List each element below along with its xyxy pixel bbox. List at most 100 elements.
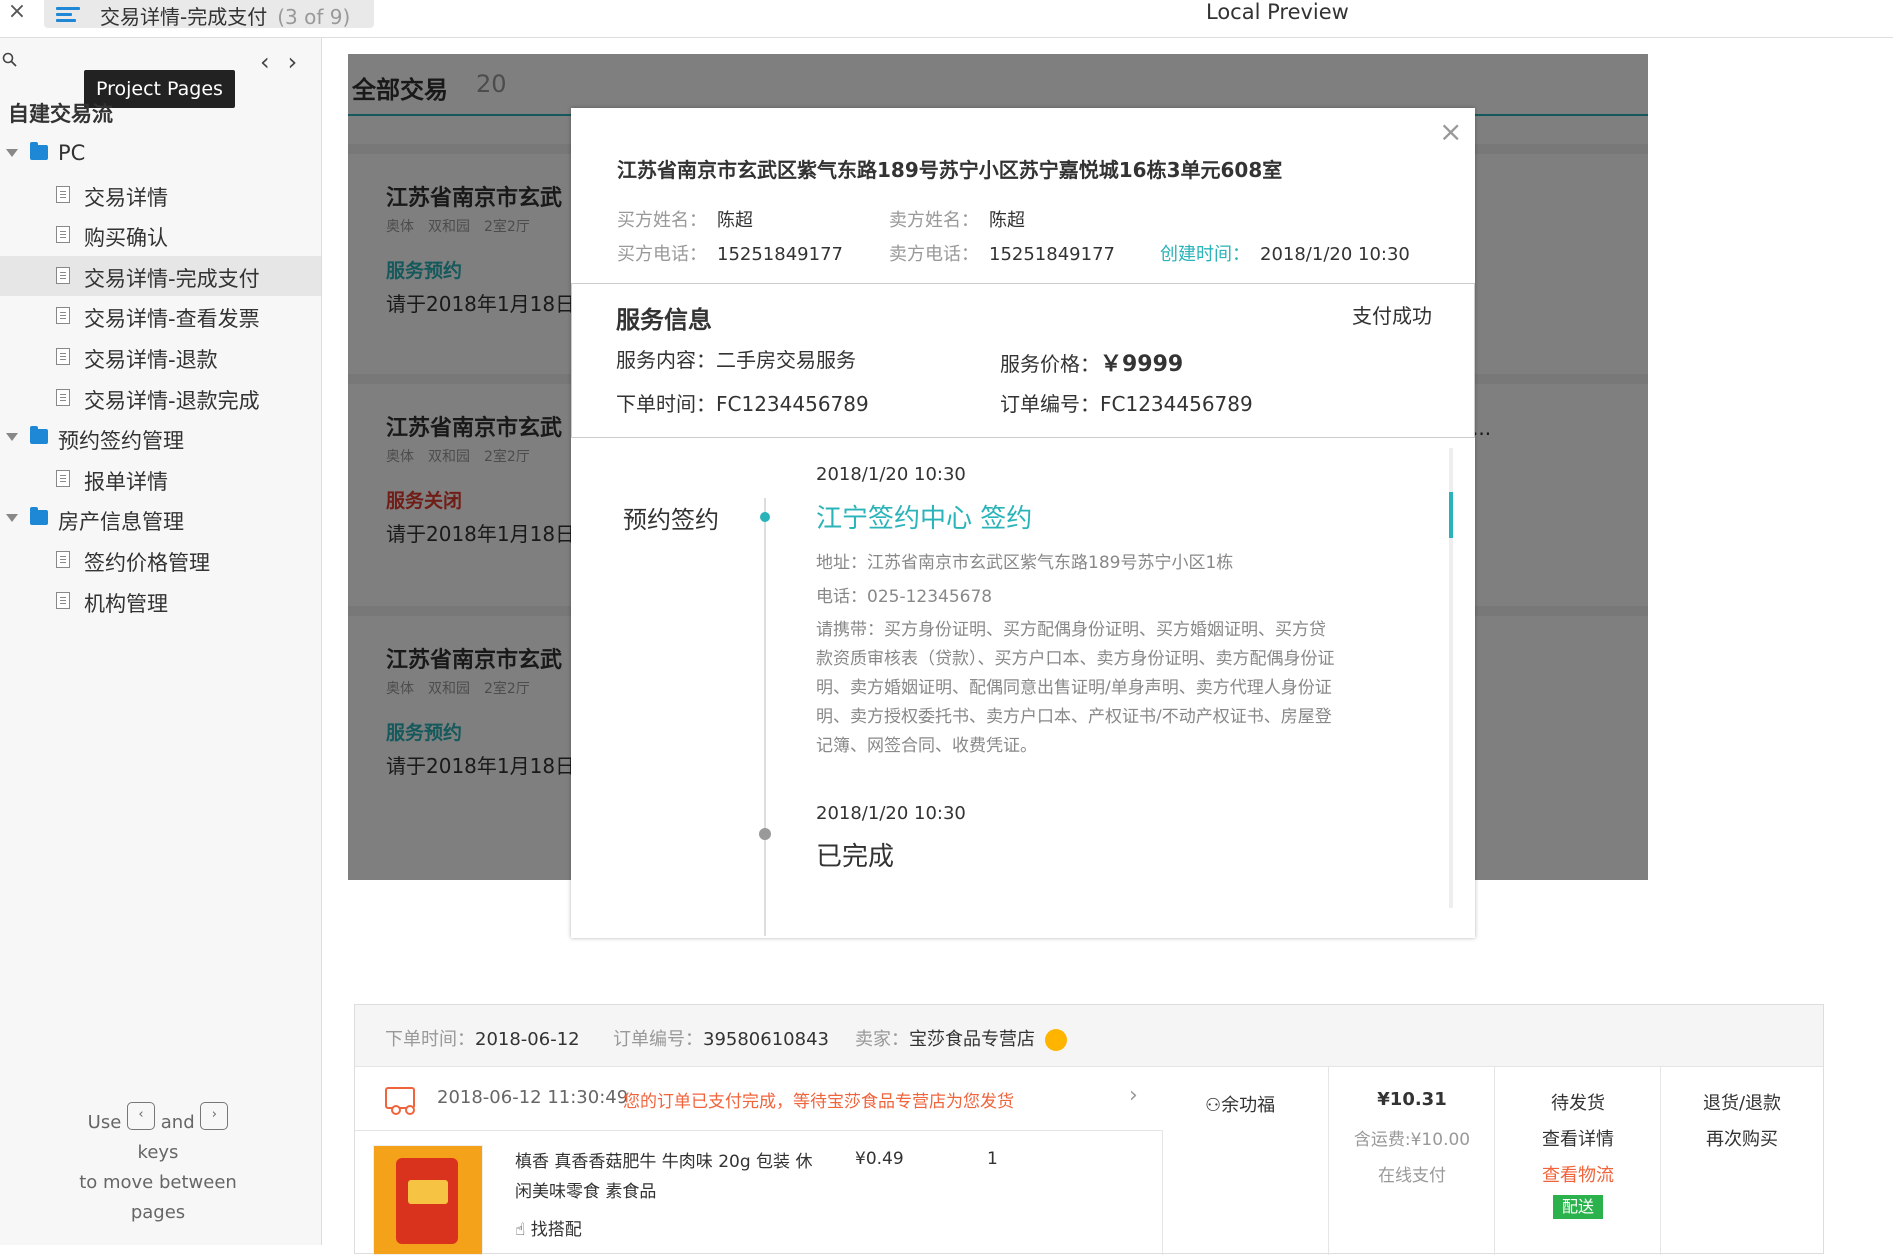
property-address: 江苏省南京市玄武区紫气东路189号苏宁小区苏宁嘉悦城16栋3单元608室	[617, 158, 1283, 182]
sidebar-item[interactable]: PC	[0, 134, 321, 175]
match-link[interactable]: ☝ 找搭配	[515, 1215, 582, 1240]
buyer-name: 买方姓名： 陈超	[617, 206, 753, 232]
refund-link[interactable]: 退货/退款	[1661, 1089, 1823, 1115]
actions-cell: 退货/退款 再次购买	[1661, 1067, 1823, 1255]
timeline-scroll-thumb[interactable]	[1449, 492, 1453, 538]
quantity: 1	[987, 1149, 998, 1169]
service-timeline: 预约签约 2018/1/20 10:30 江宁签约中心 签约 地址：江苏省南京市…	[571, 448, 1475, 938]
timeline-dot-active	[760, 512, 770, 522]
chevron-down-icon[interactable]	[6, 433, 18, 442]
sidebar-item[interactable]: 机构管理	[0, 581, 321, 622]
created-time-value: 2018/1/20 10:30	[1260, 244, 1410, 265]
timeline-documents: 请携带：买方身份证明、买方配偶身份证明、买方婚姻证明、买方贷款资质审核表（贷款）…	[816, 620, 1335, 756]
sidebar-item-label: 交易详情-退款完成	[84, 388, 260, 413]
sidebar-item[interactable]: 交易详情-退款完成	[0, 378, 321, 419]
sidebar-item[interactable]: 购买确认	[0, 215, 321, 256]
order-time-value: FC1234456789	[716, 392, 869, 416]
order-seller-label: 卖家：	[855, 1029, 909, 1050]
user-icon: ⚇	[1205, 1095, 1222, 1116]
seller-phone-value: 15251849177	[989, 244, 1115, 265]
order-id-label: 订单编号：	[613, 1029, 703, 1050]
order-date-label: 下单时间：	[385, 1029, 475, 1050]
order-header: 下单时间：2018-06-12 订单编号：39580610843 卖家：宝莎食品…	[355, 1005, 1823, 1067]
menu-icon[interactable]	[56, 4, 80, 24]
page-nav-arrows: ‹›	[260, 48, 315, 76]
chevron-down-icon[interactable]	[6, 149, 18, 157]
service-price: 服务价格：￥9999	[1000, 346, 1183, 378]
page-icon	[56, 185, 70, 203]
view-detail-link[interactable]: 查看详情	[1495, 1125, 1661, 1151]
page-icon	[56, 347, 70, 365]
buyer-phone-value: 15251849177	[717, 244, 843, 265]
timeline-title-1[interactable]: 江宁签约中心 签约	[816, 498, 1032, 535]
sidebar-item[interactable]: 交易详情-查看发票	[0, 296, 321, 337]
match-label: 找搭配	[530, 1220, 582, 1240]
timeline-category: 预约签约	[623, 506, 719, 534]
prev-page-button[interactable]: ‹	[260, 48, 288, 76]
sidebar-item[interactable]: 房产信息管理	[0, 499, 321, 540]
close-icon[interactable]: ×	[4, 0, 30, 26]
chevron-down-icon[interactable]	[6, 514, 18, 523]
sidebar-item[interactable]: 报单详情	[0, 459, 321, 500]
service-price-label: 服务价格：	[1000, 352, 1100, 376]
modal-close-icon[interactable]: ×	[1439, 118, 1462, 146]
sidebar-item[interactable]: 交易详情-退款	[0, 337, 321, 378]
view-logistics-link[interactable]: 查看物流	[1495, 1161, 1661, 1187]
keyboard-help: Use ‹ and › keys to move between pages	[0, 1102, 316, 1228]
delivery-badge: 配送	[1553, 1195, 1603, 1219]
order-number-value: FC1234456789	[1100, 392, 1253, 416]
sidebar-item-label: 交易详情-查看发票	[84, 307, 260, 332]
product-image[interactable]	[373, 1145, 483, 1255]
hand-icon: ☝	[515, 1220, 526, 1240]
payment-status: 支付成功	[1352, 304, 1432, 328]
help-move: to move between	[79, 1172, 237, 1193]
order-state: 待发货	[1551, 1093, 1605, 1114]
page-counter: (3 of 9)	[277, 5, 351, 29]
sidebar-item[interactable]: 签约价格管理	[0, 540, 321, 581]
order-notice[interactable]: 2018-06-12 11:30:49 您的订单已支付完成，等待宝莎食品专营店为…	[355, 1067, 1163, 1131]
order-seller: 卖家：宝莎食品专营店	[855, 1025, 1067, 1051]
sidebar-item[interactable]: 交易详情	[0, 175, 321, 216]
order-date: 下单时间：2018-06-12	[385, 1025, 580, 1051]
next-page-button[interactable]: ›	[288, 48, 316, 76]
timeline-dot-done	[759, 828, 771, 840]
timeline-address: 地址：江苏省南京市玄武区紫气东路189号苏宁小区1栋	[816, 553, 1234, 573]
help-keys: keys	[137, 1142, 179, 1163]
folder-icon	[30, 142, 48, 160]
buyer-name-text: 余功福	[1221, 1095, 1276, 1116]
rebuy-link[interactable]: 再次购买	[1661, 1125, 1823, 1151]
page-icon	[56, 266, 70, 284]
prev-key-icon: ‹	[127, 1102, 156, 1130]
sidebar-item[interactable]: 交易详情-完成支付	[0, 255, 321, 297]
service-info-panel: 服务信息 支付成功 服务内容：二手房交易服务 服务价格：￥9999 下单时间：F…	[571, 283, 1475, 438]
page-title: 交易详情-完成支付 (3 of 9)	[100, 1, 350, 30]
help-and: and	[160, 1112, 195, 1133]
sidebar-item-label: 交易详情-完成支付	[84, 266, 260, 291]
buyer-cell: ⚇余功福	[1163, 1067, 1329, 1255]
seller-name-label: 卖方姓名：	[889, 210, 979, 231]
timeline-phone: 电话：025-12345678	[816, 587, 993, 607]
timeline-time-2: 2018/1/20 10:30	[816, 803, 966, 824]
sidebar-item-label: 交易详情-退款	[84, 347, 218, 372]
order-seller-value[interactable]: 宝莎食品专营店	[909, 1029, 1035, 1050]
sidebar-item-label: 交易详情	[84, 185, 168, 210]
local-preview-title: Local Preview	[1206, 0, 1349, 24]
help-pages: pages	[130, 1202, 186, 1223]
unit-price: ¥0.49	[855, 1149, 904, 1169]
sidebar-item-label: 房产信息管理	[58, 510, 184, 535]
truck-icon	[385, 1087, 415, 1115]
timeline-title-2: 已完成	[816, 842, 895, 872]
page-tab[interactable]: 交易详情-完成支付 (3 of 9)	[44, 0, 374, 30]
product-name[interactable]: 槙香 真香香菇肥牛 牛肉味 20g 包装 休闲美味零食 素食品	[515, 1147, 815, 1207]
sidebar-header: 自建交易流	[8, 102, 113, 126]
trade-detail-modal: × 江苏省南京市玄武区紫气东路189号苏宁小区苏宁嘉悦城16栋3单元608室 买…	[571, 108, 1475, 938]
folder-icon	[30, 507, 48, 526]
sidebar-item[interactable]: 预约签约管理	[0, 418, 321, 459]
chevron-right-icon[interactable]: ›	[1129, 1083, 1138, 1108]
amount-cell: ¥10.31 含运费:¥10.00 在线支付	[1329, 1067, 1495, 1255]
shop-icon[interactable]	[1045, 1029, 1067, 1051]
order-total: ¥10.31	[1377, 1089, 1447, 1110]
order-id: 订单编号：39580610843	[613, 1025, 829, 1051]
search-icon[interactable]	[2, 52, 18, 68]
order-time: 下单时间：FC1234456789	[616, 388, 869, 417]
